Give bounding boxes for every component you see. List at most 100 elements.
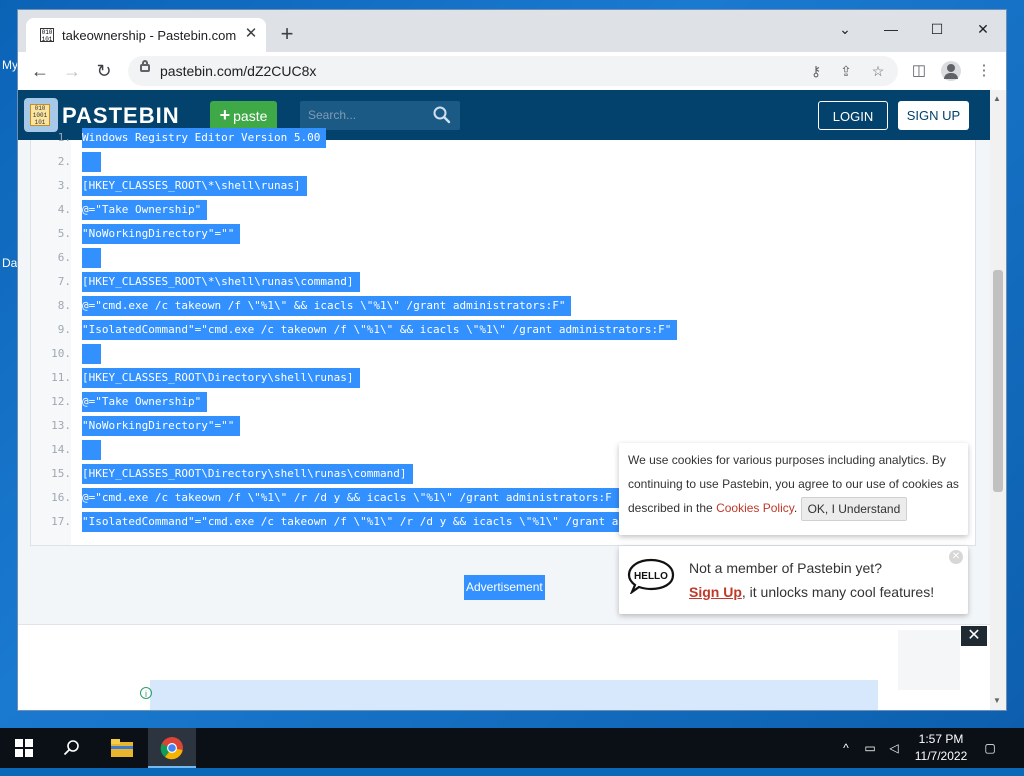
line-number: 5.	[57, 227, 71, 240]
address-bar[interactable]: pastebin.com/dZ2CUC8x ⚷ ⇪ ☆	[128, 56, 898, 86]
vertical-scrollbar[interactable]: ▲ ▼	[990, 90, 1006, 710]
code-text[interactable]: @="cmd.exe /c takeown /f \"%1\" /r /d y …	[82, 488, 645, 508]
bottom-ad-banner: i	[18, 624, 990, 710]
logo-note-icon: 010 1001 101	[30, 104, 50, 126]
url-text[interactable]: pastebin.com/dZ2CUC8x	[160, 63, 316, 79]
menu-kebab-icon[interactable]: ⋮	[974, 61, 994, 81]
code-text[interactable]: "IsolatedCommand"="cmd.exe /c takeown /f…	[82, 320, 678, 340]
member-question: Not a member of Pastebin yet?	[689, 560, 882, 576]
line-number: 12.	[51, 395, 71, 408]
ad-info-icon[interactable]: i	[140, 687, 152, 699]
share-icon[interactable]: ⇪	[836, 61, 856, 81]
code-line: 12. @="Take Ownership"	[31, 390, 975, 414]
close-window-button[interactable]: ✕	[967, 16, 999, 42]
advertisement-label: Advertisement	[464, 575, 545, 600]
cookie-text-block: We use cookies for various purposes incl…	[628, 448, 962, 521]
lock-icon[interactable]	[140, 60, 150, 72]
code-line: 4. @="Take Ownership"	[31, 198, 975, 222]
line-number: 14.	[51, 443, 71, 456]
show-hidden-icons-chevron-icon[interactable]: ^	[838, 740, 854, 756]
ad-close-icon[interactable]: ✕	[961, 626, 987, 646]
browser-window: 010 101 takeownership - Pastebin.com ✕ + …	[18, 10, 1006, 710]
new-tab-button[interactable]: +	[276, 23, 298, 46]
scroll-up-arrow[interactable]: ▲	[993, 94, 1001, 103]
taskbar-search-icon[interactable]	[48, 728, 96, 768]
volume-icon[interactable]: ◁	[886, 740, 902, 756]
hello-text: HELLO	[634, 571, 668, 582]
scrollbar-thumb[interactable]	[993, 270, 1003, 492]
scroll-down-arrow[interactable]: ▼	[993, 696, 1001, 705]
tab-close-icon[interactable]: ✕	[242, 25, 260, 43]
line-number: 16.	[51, 491, 71, 504]
notifications-icon[interactable]: ▢	[982, 740, 998, 756]
line-number: 4.	[57, 203, 71, 216]
key-icon[interactable]: ⚷	[806, 61, 826, 81]
code-text[interactable]: [HKEY_CLASSES_ROOT\Directory\shell\runas…	[82, 368, 360, 388]
code-text[interactable]: @="Take Ownership"	[82, 392, 208, 412]
file-explorer-icon[interactable]	[98, 728, 146, 768]
reload-icon[interactable]: ↻	[92, 59, 116, 83]
code-line: 11. [HKEY_CLASSES_ROOT\Directory\shell\ru…	[31, 366, 975, 390]
code-text[interactable]: [HKEY_CLASSES_ROOT\*\shell\runas\command…	[82, 272, 360, 292]
cookie-accept-button[interactable]: OK, I Understand	[800, 496, 908, 521]
ad-slot[interactable]	[150, 680, 878, 710]
code-line: 10.	[31, 342, 975, 366]
taskbar-clock[interactable]: 1:57 PM 11/7/2022	[906, 731, 976, 765]
code-line: 3. [HKEY_CLASSES_ROOT\*\shell\runas]	[31, 174, 975, 198]
minimize-button[interactable]: —	[875, 16, 907, 42]
line-number: 9.	[57, 323, 71, 336]
profile-avatar[interactable]	[941, 61, 961, 81]
tab-strip: 010 101 takeownership - Pastebin.com ✕ + …	[18, 10, 1006, 52]
chrome-taskbar-icon[interactable]	[148, 728, 196, 768]
network-icon[interactable]: ▭	[862, 740, 878, 756]
forward-arrow-icon[interactable]: →	[60, 59, 84, 83]
cookies-policy-link[interactable]: Cookies Policy	[716, 501, 794, 515]
member-promo: HELLO Not a member of Pastebin yet? Sign…	[619, 546, 968, 614]
line-number: 13.	[51, 419, 71, 432]
scroll-to-top-button[interactable]	[898, 630, 960, 690]
taskbar: ^ ▭ ◁ 1:57 PM 11/7/2022 ▢	[0, 728, 1024, 768]
code-text[interactable]: [HKEY_CLASSES_ROOT\Directory\shell\runas…	[82, 464, 413, 484]
search-placeholder: Search...	[308, 108, 357, 122]
line-number: 6.	[57, 251, 71, 264]
browser-toolbar: ← → ↻ pastebin.com/dZ2CUC8x ⚷ ⇪ ☆ ◫ ⋮	[18, 52, 1006, 91]
member-signup-link[interactable]: Sign Up	[689, 584, 742, 600]
cookie-notice: We use cookies for various purposes incl…	[619, 443, 968, 535]
code-line: 9. "IsolatedCommand"="cmd.exe /c takeown …	[31, 318, 975, 342]
clock-time: 1:57 PM	[918, 732, 964, 746]
code-text[interactable]: @="cmd.exe /c takeown /f \"%1\" && icacl…	[82, 296, 572, 316]
desktop-icon-label[interactable]: My	[2, 58, 18, 72]
line-number: 1.	[57, 131, 71, 144]
code-text[interactable]	[82, 248, 102, 268]
code-text[interactable]: "NoWorkingDirectory"=""	[82, 224, 241, 244]
code-text[interactable]: @="Take Ownership"	[82, 200, 208, 220]
plus-icon: +	[219, 105, 231, 125]
code-text[interactable]: "NoWorkingDirectory"=""	[82, 416, 241, 436]
code-line: 7. [HKEY_CLASSES_ROOT\*\shell\runas\comma…	[31, 270, 975, 294]
tab-title: takeownership - Pastebin.com	[62, 28, 237, 43]
star-bookmark-icon[interactable]: ☆	[868, 61, 888, 81]
hello-speech-bubble-icon: HELLO	[627, 558, 675, 594]
code-text[interactable]: Windows Registry Editor Version 5.00	[82, 128, 327, 148]
line-number: 3.	[57, 179, 71, 192]
code-text[interactable]	[82, 344, 102, 364]
line-number: 2.	[57, 155, 71, 168]
code-text[interactable]	[82, 152, 102, 172]
browser-tab[interactable]: 010 101 takeownership - Pastebin.com ✕	[26, 18, 266, 52]
code-text[interactable]	[82, 440, 102, 460]
code-line: 5. "NoWorkingDirectory"=""	[31, 222, 975, 246]
start-button[interactable]	[0, 728, 48, 768]
windows-logo-icon	[15, 739, 33, 757]
back-arrow-icon[interactable]: ←	[28, 59, 52, 83]
line-number: 15.	[51, 467, 71, 480]
tab-search-button[interactable]: ⌄	[829, 16, 861, 42]
pastebin-favicon: 010 101	[40, 28, 54, 43]
clock-date: 11/7/2022	[914, 749, 968, 763]
side-panel-icon[interactable]: ◫	[909, 61, 929, 81]
member-close-icon[interactable]: ✕	[949, 550, 963, 564]
search-icon[interactable]	[432, 105, 452, 125]
member-pitch-text: , it unlocks many cool features!	[741, 584, 935, 600]
desktop-icon-label[interactable]: Da	[2, 256, 17, 270]
code-text[interactable]: [HKEY_CLASSES_ROOT\*\shell\runas]	[82, 176, 307, 196]
maximize-button[interactable]: ☐	[921, 16, 953, 42]
